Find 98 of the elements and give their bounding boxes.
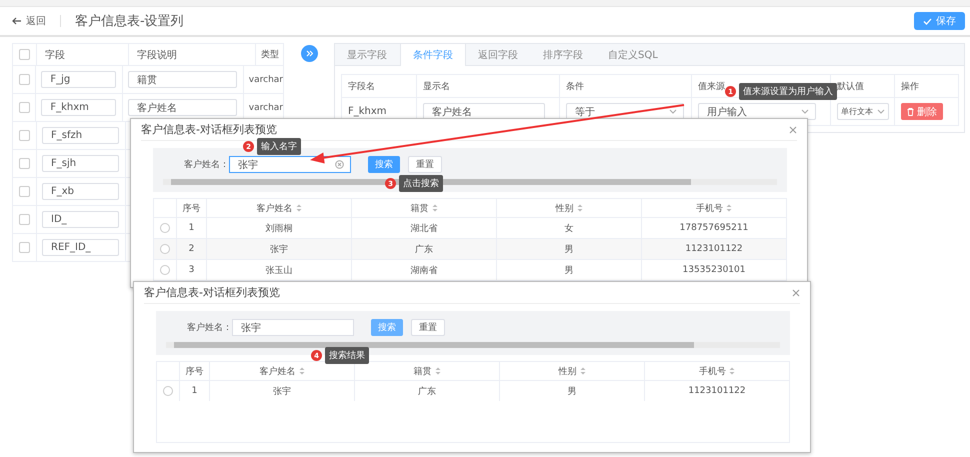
type-text: varchar bbox=[248, 74, 283, 84]
double-chevron-icon bbox=[306, 50, 312, 57]
annotation-tooltip: 点击搜索 bbox=[399, 175, 443, 192]
column-header: 字段 bbox=[45, 48, 65, 62]
search-input[interactable]: 张宇 bbox=[229, 156, 351, 173]
column-header: 性别 bbox=[558, 366, 576, 378]
chevron-down-icon bbox=[801, 109, 809, 114]
field-input[interactable]: F_jg bbox=[41, 71, 116, 88]
table-cell-text: 湖南省 bbox=[410, 264, 438, 276]
close-icon[interactable] bbox=[792, 288, 800, 296]
column-header: 字段名 bbox=[348, 80, 375, 92]
checkbox[interactable] bbox=[19, 186, 30, 197]
checkbox[interactable] bbox=[18, 102, 30, 113]
column-header: 类型 bbox=[261, 48, 279, 61]
checkbox[interactable] bbox=[19, 214, 30, 225]
sort-icon[interactable] bbox=[434, 367, 440, 375]
table-cell-text: 湖北省 bbox=[410, 222, 438, 234]
sort-icon[interactable] bbox=[432, 204, 438, 212]
table-cell: 2 bbox=[188, 244, 194, 254]
column-header: 序号 bbox=[182, 202, 200, 214]
table-cell-text: 男 bbox=[568, 386, 576, 398]
table-cell-text: 女 bbox=[564, 222, 574, 234]
type-text: varchar bbox=[248, 102, 283, 112]
field-input[interactable]: F_xb bbox=[42, 183, 119, 200]
chevron-down-icon bbox=[669, 109, 677, 114]
search-label: 客户姓名： bbox=[183, 158, 229, 171]
default-value-select[interactable]: 单行文本 bbox=[837, 103, 889, 120]
field-input[interactable]: ID_ bbox=[42, 211, 119, 228]
annotation-tooltip: 输入名字 bbox=[257, 138, 301, 155]
arrow-left-icon bbox=[12, 17, 22, 25]
column-header: 客户姓名 bbox=[260, 366, 296, 378]
close-icon[interactable] bbox=[789, 126, 797, 134]
back-button[interactable]: 返回 bbox=[12, 14, 46, 28]
table-cell-text: 刘雨桐 bbox=[266, 222, 292, 234]
table-cell-text: 张宇 bbox=[270, 244, 288, 256]
table-cell: 1123101122 bbox=[688, 386, 746, 396]
table-cell: 1123101122 bbox=[685, 244, 743, 254]
checkbox[interactable] bbox=[19, 158, 30, 169]
annotation-tooltip: 搜索结果 bbox=[325, 347, 369, 364]
column-header: 序号 bbox=[186, 366, 204, 378]
description-input[interactable]: 籍贯 bbox=[128, 71, 237, 88]
trash-icon bbox=[907, 108, 914, 116]
horizontal-scrollbar[interactable] bbox=[166, 342, 780, 348]
table-cell-text: 广东 bbox=[418, 386, 436, 398]
table-cell-text: 张宇 bbox=[273, 386, 291, 398]
column-header: 籍贯 bbox=[410, 202, 428, 214]
reset-button[interactable]: 重置 bbox=[411, 319, 445, 336]
table-cell-text: 男 bbox=[564, 264, 574, 276]
reset-button[interactable]: 重置 bbox=[408, 156, 442, 173]
clear-icon[interactable] bbox=[335, 160, 344, 169]
field-input[interactable]: F_khxm bbox=[41, 99, 116, 116]
dialog-title: 客户信息表-对话框列表预览 bbox=[141, 122, 277, 137]
sort-icon[interactable] bbox=[296, 204, 302, 212]
table-cell-text: 广东 bbox=[415, 244, 433, 256]
column-header: 条件 bbox=[566, 80, 584, 92]
column-header: 性别 bbox=[556, 202, 574, 214]
table-cell: 3 bbox=[188, 265, 194, 275]
sort-icon[interactable] bbox=[576, 204, 582, 212]
table-cell: 13535230101 bbox=[682, 265, 746, 275]
row-radio[interactable] bbox=[160, 223, 170, 233]
description-input[interactable]: 客户姓名 bbox=[128, 99, 237, 116]
field-input[interactable]: REF_ID_ bbox=[42, 239, 119, 256]
column-header: 操作 bbox=[901, 80, 919, 92]
sort-icon[interactable] bbox=[726, 204, 732, 212]
checkbox[interactable] bbox=[19, 130, 30, 141]
sort-icon[interactable] bbox=[298, 367, 304, 375]
page-title: 客户信息表-设置列 bbox=[75, 13, 184, 30]
table-cell: 1 bbox=[192, 386, 198, 396]
move-right-button[interactable] bbox=[300, 45, 318, 62]
row-radio[interactable] bbox=[160, 265, 170, 275]
annotation-tooltip: 值来源设置为用户输入 bbox=[739, 83, 837, 100]
checkbox[interactable] bbox=[18, 74, 30, 85]
column-header: 值来源 bbox=[698, 80, 725, 92]
column-header: 字段说明 bbox=[137, 48, 177, 62]
column-header: 显示名 bbox=[423, 80, 450, 92]
check-icon bbox=[923, 18, 932, 24]
field-name-text: F_khxm bbox=[348, 106, 387, 117]
row-radio[interactable] bbox=[160, 244, 170, 254]
column-header: 手机号 bbox=[696, 202, 723, 214]
table-cell-text: 张玉山 bbox=[266, 264, 292, 276]
table-cell: 1 bbox=[188, 223, 194, 233]
column-header: 默认值 bbox=[837, 80, 864, 92]
row-radio[interactable] bbox=[163, 386, 173, 396]
chevron-down-icon bbox=[877, 109, 885, 114]
checkbox[interactable] bbox=[19, 242, 30, 253]
column-header: 客户姓名 bbox=[256, 202, 292, 214]
sort-icon[interactable] bbox=[580, 367, 586, 375]
checkbox[interactable] bbox=[19, 49, 30, 60]
sort-icon[interactable] bbox=[729, 367, 735, 375]
column-header: 籍贯 bbox=[414, 366, 432, 378]
table-cell: 178757695211 bbox=[680, 223, 748, 233]
field-input[interactable]: F_sjh bbox=[42, 155, 119, 172]
field-input[interactable]: F_sfzh bbox=[42, 127, 119, 144]
search-label: 客户姓名： bbox=[186, 322, 232, 334]
dialog-title: 客户信息表-对话框列表预览 bbox=[144, 285, 280, 300]
table-cell-text: 男 bbox=[564, 244, 574, 256]
search-input[interactable]: 张宇 bbox=[232, 319, 354, 336]
column-header: 手机号 bbox=[699, 366, 726, 378]
